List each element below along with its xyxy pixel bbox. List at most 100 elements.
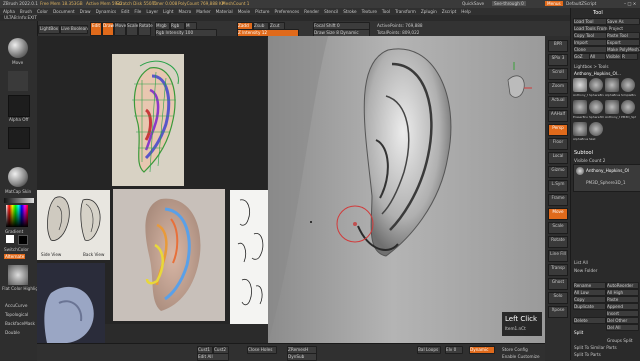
shelf-xpose-button[interactable]: Xpose xyxy=(548,306,568,318)
groups-split-button[interactable]: Groups Split xyxy=(607,338,633,343)
dynamic-button[interactable]: Dynamic xyxy=(469,346,495,354)
subtool-append-button[interactable]: Append xyxy=(606,303,639,310)
alpha-thumbnail[interactable] xyxy=(8,95,30,117)
subtool-rename-button[interactable]: Rename xyxy=(573,282,606,289)
texture-preview[interactable] xyxy=(8,265,28,285)
menu-tool[interactable]: Tool xyxy=(382,9,390,14)
rotate-button[interactable]: Rotate xyxy=(138,22,153,36)
tool-make-polymesh3d-button[interactable]: Make PolyMesh3D xyxy=(606,46,640,53)
menu-document[interactable]: Document xyxy=(53,9,75,14)
menu-transform[interactable]: Transform xyxy=(395,9,416,14)
shelf-local-button[interactable]: Local xyxy=(548,152,568,164)
bal-loops-button[interactable]: Bal Loops xyxy=(417,346,441,354)
menu-macro[interactable]: Macro xyxy=(179,9,192,14)
color-picker[interactable] xyxy=(6,205,28,227)
tool-thumb-2[interactable] xyxy=(605,78,619,92)
subtool-copy-button[interactable]: Copy xyxy=(573,296,606,303)
tool-import-button[interactable]: Import xyxy=(573,39,607,46)
split-to-similar-button[interactable]: Split To Similar Parts xyxy=(574,345,617,350)
menu-movie[interactable]: Movie xyxy=(238,9,250,14)
menu-stencil[interactable]: Stencil xyxy=(324,9,338,14)
shelf-move-button[interactable]: Move xyxy=(548,208,568,220)
shelf-aahalf-button[interactable]: AAHalf xyxy=(548,110,568,122)
tool-goz-button[interactable]: GoZ xyxy=(573,53,590,60)
see-through-slider[interactable]: See-through 0 xyxy=(492,1,526,6)
tool-thumb-5[interactable] xyxy=(589,100,603,114)
brush-thumbnail[interactable] xyxy=(8,38,28,58)
menu-file[interactable]: File xyxy=(134,9,141,14)
tool-all-button[interactable]: All xyxy=(589,53,606,60)
shelf-frame-button[interactable]: Frame xyxy=(548,194,568,206)
menu-zplugin[interactable]: Zplugin xyxy=(421,9,437,14)
alternate-button[interactable]: Alternate xyxy=(4,254,26,259)
tool-thumb-8[interactable] xyxy=(573,122,587,136)
shelf-persp-button[interactable]: Persp xyxy=(548,124,568,136)
menu-preferences[interactable]: Preferences xyxy=(275,9,300,14)
store-config-button[interactable]: Store Config xyxy=(502,347,528,352)
tool-load-tools-from-project-button[interactable]: Load Tools From Project xyxy=(573,25,623,32)
shelf-actual-button[interactable]: Actual xyxy=(548,96,568,108)
tool-export-button[interactable]: Export xyxy=(606,39,640,46)
menu-picture[interactable]: Picture xyxy=(255,9,269,14)
menu-draw[interactable]: Draw xyxy=(80,9,91,14)
menus-button[interactable]: Menus xyxy=(545,1,563,6)
shelf-scroll-button[interactable]: Scroll xyxy=(548,68,568,80)
tool-thumb-0[interactable] xyxy=(573,78,587,92)
shelf-spix-3-button[interactable]: SPix 3 xyxy=(548,54,568,66)
subtool-all-high-button[interactable]: All High xyxy=(606,289,639,296)
window-controls[interactable]: – □ × xyxy=(624,1,636,6)
tool-load-tool-button[interactable]: Load Tool xyxy=(573,18,607,25)
split-to-parts-button[interactable]: Split To Parts xyxy=(574,352,601,357)
elv-slider[interactable]: Elv 0 xyxy=(445,346,463,354)
subtool-del-other-button[interactable]: Del Other xyxy=(606,317,639,324)
live-boolean-button[interactable]: Live Boolean xyxy=(60,25,88,34)
menu-color[interactable]: Color xyxy=(37,9,48,14)
shelf-bpr-button[interactable]: BPR xyxy=(548,40,568,52)
new-folder-button[interactable]: New Folder xyxy=(574,268,597,273)
3d-viewport[interactable]: Left Click Item1.nCt xyxy=(268,36,545,343)
subtool-all-low-button[interactable]: All Low xyxy=(573,289,606,296)
tool-clone-button[interactable]: Clone xyxy=(573,46,607,53)
shelf-floor-button[interactable]: Floor xyxy=(548,138,568,150)
tool-thumb-1[interactable] xyxy=(589,78,603,92)
subtool-delete-button[interactable]: Delete xyxy=(573,317,606,324)
shelf-zoom-button[interactable]: Zoom xyxy=(548,82,568,94)
draw-button[interactable]: Draw xyxy=(102,22,114,36)
default-zscript-button[interactable]: DefaultZScript xyxy=(566,1,596,6)
main-color-swatch[interactable] xyxy=(6,235,14,243)
menu-stroke[interactable]: Stroke xyxy=(343,9,356,14)
tool-r-button[interactable]: R xyxy=(621,53,638,60)
list-all-button[interactable]: List All xyxy=(574,260,588,265)
topological-button[interactable]: Topological xyxy=(5,312,28,317)
shelf-ghost-button[interactable]: Ghost xyxy=(548,278,568,290)
scale-button[interactable]: Scale xyxy=(126,22,138,36)
menu-alpha[interactable]: Alpha xyxy=(3,9,15,14)
secondary-color-swatch[interactable] xyxy=(18,235,28,245)
menu-zscript[interactable]: Zscript xyxy=(442,9,457,14)
menu-render[interactable]: Render xyxy=(304,9,319,14)
menu-edit[interactable]: Edit xyxy=(121,9,129,14)
tool-thumb-6[interactable] xyxy=(605,100,619,114)
tool-thumb-7[interactable] xyxy=(621,100,635,114)
backface-mask-button[interactable]: BackfaceMask xyxy=(5,321,35,326)
menu-material[interactable]: Material xyxy=(216,9,233,14)
switch-color-button[interactable]: SwitchColor xyxy=(4,247,29,252)
subtool-insert-button[interactable]: Insert xyxy=(606,310,639,317)
tool-copy-tool-button[interactable]: Copy Tool xyxy=(573,32,607,39)
tool-visible-button[interactable]: Visible xyxy=(605,53,622,60)
subtool-duplicate-button[interactable]: Duplicate xyxy=(573,303,606,310)
menu-light[interactable]: Light xyxy=(163,9,173,14)
shelf-line-fill-button[interactable]: Line Fill xyxy=(548,250,568,262)
shelf-transp-button[interactable]: Transp xyxy=(548,264,568,276)
shelf-l-sym-button[interactable]: L.Sym xyxy=(548,180,568,192)
lightbox-tools-link[interactable]: Lightbox > Tools xyxy=(574,64,609,69)
tool-save-as-button[interactable]: Save As xyxy=(606,18,640,25)
tool-thumb-9[interactable] xyxy=(589,122,603,136)
tool-thumb-3[interactable] xyxy=(621,78,635,92)
quicksave-button[interactable]: QuickSave xyxy=(462,1,484,6)
shelf-scale-button[interactable]: Scale xyxy=(548,222,568,234)
material-thumbnail[interactable] xyxy=(8,167,28,187)
gradient-bar[interactable] xyxy=(4,198,34,203)
menu-texture[interactable]: Texture xyxy=(362,9,377,14)
subtool-del-all-button[interactable]: Del All xyxy=(606,324,639,331)
